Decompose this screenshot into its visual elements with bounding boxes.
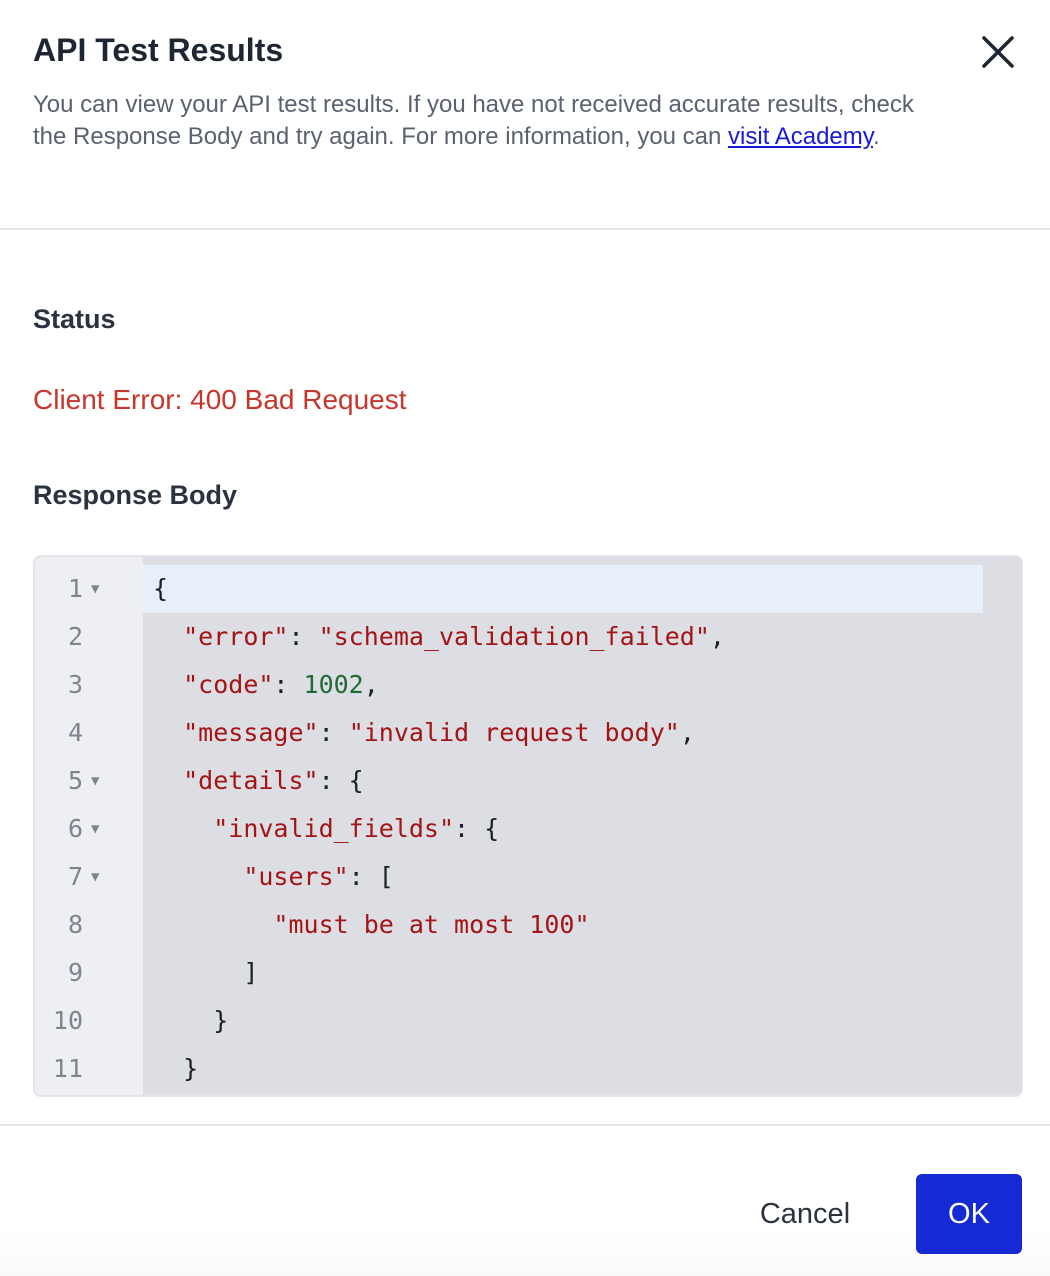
cancel-button[interactable]: Cancel bbox=[740, 1174, 870, 1254]
code-line: 1 ▼ { bbox=[35, 565, 1021, 613]
line-number: 4 bbox=[67, 718, 83, 747]
status-value: Client Error: 400 Bad Request bbox=[33, 384, 407, 415]
fold-arrow-icon[interactable]: ▼ bbox=[91, 565, 99, 613]
status-label: Status bbox=[33, 304, 116, 334]
line-number: 3 bbox=[67, 670, 83, 699]
code-line: 4 "message": "invalid request body", bbox=[35, 709, 1021, 757]
description-end: . bbox=[872, 123, 880, 150]
json-key: "details" bbox=[183, 766, 319, 795]
code-line: 9 ] bbox=[35, 949, 1021, 997]
code-line: 7 ▼ "users": [ bbox=[35, 853, 1021, 901]
dialog-header: API Test Results You can view your API t… bbox=[0, 0, 1050, 230]
code-token: { bbox=[153, 574, 169, 603]
json-key: "error" bbox=[183, 622, 289, 651]
code-line: 5 ▼ "details": { bbox=[35, 757, 1021, 805]
line-number: 9 bbox=[67, 958, 83, 987]
code-line: 2 "error": "schema_validation_failed", bbox=[35, 613, 1021, 661]
api-test-results-dialog: API Test Results You can view your API t… bbox=[0, 0, 1050, 1276]
json-string: "schema_validation_failed" bbox=[318, 622, 710, 651]
fold-arrow-icon[interactable]: ▼ bbox=[91, 853, 99, 901]
line-number: 2 bbox=[67, 622, 83, 651]
fold-arrow-icon[interactable]: ▼ bbox=[91, 757, 99, 805]
code-line: 10 } bbox=[35, 997, 1021, 1045]
code-token: } bbox=[213, 1006, 229, 1035]
json-key: "message" bbox=[183, 718, 319, 747]
dialog-title: API Test Results bbox=[33, 32, 284, 68]
visit-academy-link[interactable]: visit Academy bbox=[728, 123, 873, 150]
json-number: 1002 bbox=[303, 670, 364, 699]
code-token: } bbox=[183, 1054, 199, 1083]
line-number: 8 bbox=[67, 910, 83, 939]
line-number: 11 bbox=[52, 1054, 83, 1083]
response-body-label: Response Body bbox=[33, 480, 238, 510]
close-icon bbox=[982, 36, 1014, 68]
json-string: "must be at most 100" bbox=[273, 910, 590, 939]
line-number: 5 bbox=[67, 766, 83, 795]
code-line: 3 "code": 1002, bbox=[35, 661, 1021, 709]
line-number: 1 bbox=[67, 574, 83, 603]
code-token: ] bbox=[243, 958, 259, 987]
code-line: 11 } bbox=[35, 1045, 1021, 1093]
close-button[interactable] bbox=[974, 28, 1022, 76]
dialog-footer: Cancel OK bbox=[0, 1124, 1050, 1276]
code-line: 8 "must be at most 100" bbox=[35, 901, 1021, 949]
fold-arrow-icon[interactable]: ▼ bbox=[91, 805, 99, 853]
line-number: 7 bbox=[67, 862, 83, 891]
dialog-description: You can view your API test results. If y… bbox=[33, 89, 933, 153]
ok-button[interactable]: OK bbox=[916, 1174, 1022, 1254]
json-key: "users" bbox=[243, 862, 349, 891]
response-body-editor[interactable]: 1 ▼ { 2 "error": "schema_validation_fail… bbox=[33, 555, 1023, 1097]
json-key: "code" bbox=[183, 670, 274, 699]
json-key: "invalid_fields" bbox=[213, 814, 455, 843]
line-number: 10 bbox=[52, 1006, 83, 1035]
code-line: 6 ▼ "invalid_fields": { bbox=[35, 805, 1021, 853]
line-number: 6 bbox=[67, 814, 83, 843]
json-string: "invalid request body" bbox=[348, 718, 680, 747]
